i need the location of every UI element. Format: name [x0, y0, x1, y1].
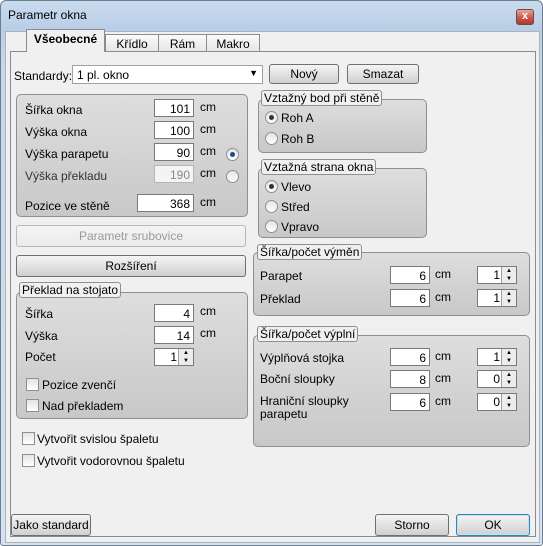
- preklad-pocet-spinner[interactable]: 1 ▲ ▼: [154, 348, 194, 366]
- svisla-spaleta-label: Vytvořit svislou špaletu: [37, 432, 159, 446]
- nad-prekladem-checkbox[interactable]: [26, 399, 39, 412]
- parametr-srubovice-button[interactable]: Parametr srubovice: [16, 225, 246, 247]
- bocni-sloupky-count: 0: [493, 372, 500, 386]
- hranicni-sloupky-count: 0: [493, 395, 500, 409]
- vymen-title: Šířka/počet výměn: [257, 244, 363, 260]
- jako-standard-button[interactable]: Jako standard: [11, 514, 91, 536]
- client-area: Všeobecné Křídlo Rám Makro Standardy: 1 …: [5, 29, 540, 543]
- vyplnova-stojka-input[interactable]: 6: [390, 348, 430, 366]
- vymen-parapet-unit: cm: [435, 267, 451, 281]
- spin-down-icon[interactable]: ▼: [501, 402, 516, 410]
- preklad-sirka-input[interactable]: 4: [154, 304, 194, 322]
- spin-down-icon[interactable]: ▼: [501, 298, 516, 306]
- preklad-vyska-label: Výška: [25, 329, 58, 343]
- roh-b-radio[interactable]: [265, 132, 278, 145]
- nad-prekladem-label: Nad překladem: [42, 399, 124, 413]
- vztazna-strana-title: Vztažná strana okna: [261, 159, 377, 175]
- vyska-okna-unit: cm: [200, 122, 216, 136]
- dialog-window: Parametr okna x Všeobecné Křídlo Rám Mak…: [0, 0, 543, 546]
- spin-down-icon[interactable]: ▼: [501, 379, 516, 387]
- vyska-prekladu-label: Výška překladu: [25, 169, 108, 183]
- vymen-preklad-label: Překlad: [260, 292, 301, 306]
- hranicni-sloupky-label: Hraniční sloupky parapetu: [260, 394, 349, 421]
- storno-button[interactable]: Storno: [375, 514, 449, 536]
- window-title: Parametr okna: [8, 8, 87, 22]
- stred-radio[interactable]: [265, 200, 278, 213]
- preklad-vyska-unit: cm: [200, 326, 216, 340]
- tab-page-vseobecne: Standardy: 1 pl. okno ▼ Nový Smazat Šířk…: [10, 51, 536, 537]
- spin-down-icon[interactable]: ▼: [501, 357, 516, 365]
- vypln-title: Šířka/počet výplní: [257, 326, 359, 342]
- vyska-parapetu-label: Výška parapetu: [25, 147, 109, 161]
- vyska-okna-label: Výška okna: [25, 125, 88, 139]
- preklad-stojato-title: Překlad na stojato: [19, 282, 122, 298]
- standardy-value: 1 pl. okno: [77, 68, 130, 82]
- vymen-parapet-label: Parapet: [260, 269, 303, 283]
- close-button[interactable]: x: [516, 9, 534, 25]
- title-bar: Parametr okna x: [1, 1, 542, 31]
- parapet-radio[interactable]: [226, 148, 239, 161]
- vymen-preklad-spinner[interactable]: 1 ▲ ▼: [477, 289, 517, 307]
- ok-button[interactable]: OK: [456, 514, 530, 536]
- vyplnova-stojka-spinner[interactable]: 1 ▲ ▼: [477, 348, 517, 366]
- roh-a-label: Roh A: [281, 111, 314, 125]
- vodorovna-spaleta-checkbox[interactable]: [22, 454, 35, 467]
- vyplnova-stojka-unit: cm: [435, 349, 451, 363]
- bocni-sloupky-input[interactable]: 8: [390, 370, 430, 388]
- vpravo-label: Vpravo: [281, 220, 320, 234]
- hranicni-sloupky-spinner[interactable]: 0 ▲ ▼: [477, 393, 517, 411]
- pozice-ve-stene-label: Pozice ve stěně: [25, 199, 110, 213]
- vyska-okna-input[interactable]: 100: [154, 121, 194, 139]
- vlevo-label: Vlevo: [281, 180, 312, 194]
- vyplnova-stojka-count: 1: [493, 350, 500, 364]
- pozice-ve-stene-input[interactable]: 368: [137, 194, 194, 212]
- vyplnova-stojka-label: Výplňová stojka: [260, 351, 345, 365]
- standardy-combo[interactable]: 1 pl. okno ▼: [72, 65, 263, 84]
- preklad-sirka-label: Šířka: [25, 307, 54, 321]
- pozice-zvenci-checkbox[interactable]: [26, 378, 39, 391]
- vymen-preklad-unit: cm: [435, 290, 451, 304]
- chevron-down-icon: ▼: [249, 68, 258, 78]
- bocni-sloupky-label: Boční sloupky: [260, 372, 335, 386]
- pozice-ve-stene-unit: cm: [200, 195, 216, 209]
- vodorovna-spaleta-label: Vytvořit vodorovnou špaletu: [37, 454, 185, 468]
- sirka-okna-label: Šířka okna: [25, 103, 83, 117]
- vyska-prekladu-input[interactable]: 190: [154, 165, 194, 183]
- preklad-pocet-value: 1: [170, 350, 177, 364]
- svisla-spaleta-checkbox[interactable]: [22, 432, 35, 445]
- preklad-sirka-unit: cm: [200, 304, 216, 318]
- preklad-radio[interactable]: [226, 170, 239, 183]
- hranicni-sloupky-input[interactable]: 6: [390, 393, 430, 411]
- vlevo-radio[interactable]: [265, 180, 278, 193]
- rozsireni-button[interactable]: Rozšíření: [16, 255, 246, 277]
- vymen-preklad-count: 1: [493, 291, 500, 305]
- sirka-okna-input[interactable]: 101: [154, 99, 194, 117]
- vymen-parapet-count: 1: [493, 268, 500, 282]
- novy-button[interactable]: Nový: [269, 64, 339, 84]
- vymen-parapet-spinner[interactable]: 1 ▲ ▼: [477, 266, 517, 284]
- spin-down-icon[interactable]: ▼: [501, 275, 516, 283]
- preklad-vyska-input[interactable]: 14: [154, 326, 194, 344]
- sirka-okna-unit: cm: [200, 100, 216, 114]
- hranicni-sloupky-unit: cm: [435, 394, 451, 408]
- vyska-parapetu-input[interactable]: 90: [154, 143, 194, 161]
- vztazny-bod-title: Vztažný bod při stěně: [261, 90, 383, 106]
- vymen-preklad-input[interactable]: 6: [390, 289, 430, 307]
- roh-a-radio[interactable]: [265, 111, 278, 124]
- bocni-sloupky-spinner[interactable]: 0 ▲ ▼: [477, 370, 517, 388]
- standardy-label: Standardy:: [14, 69, 73, 83]
- vyska-prekladu-unit: cm: [200, 166, 216, 180]
- smazat-button[interactable]: Smazat: [347, 64, 419, 84]
- bocni-sloupky-unit: cm: [435, 371, 451, 385]
- tab-vseobecne[interactable]: Všeobecné: [26, 29, 105, 52]
- vyska-parapetu-unit: cm: [200, 144, 216, 158]
- pozice-zvenci-label: Pozice zvenčí: [42, 378, 117, 392]
- vpravo-radio[interactable]: [265, 220, 278, 233]
- vymen-parapet-input[interactable]: 6: [390, 266, 430, 284]
- roh-b-label: Roh B: [281, 132, 315, 146]
- preklad-pocet-label: Počet: [25, 350, 56, 364]
- spin-down-icon[interactable]: ▼: [178, 357, 193, 365]
- stred-label: Střed: [281, 200, 310, 214]
